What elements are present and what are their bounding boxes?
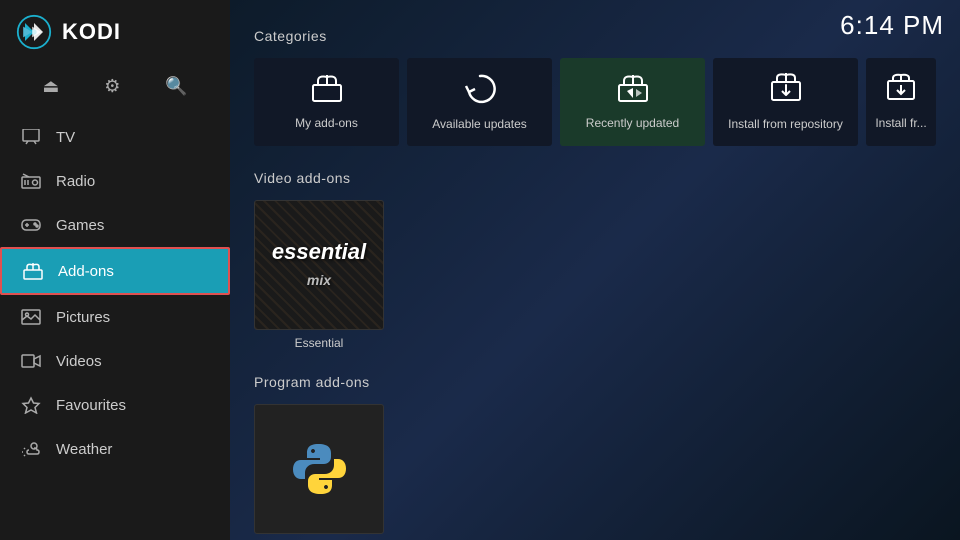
addon-essential[interactable]: essentialmix Essential xyxy=(254,200,384,350)
install-from-zip-label: Install fr... xyxy=(875,116,926,132)
sidebar: KODI ⏏ ⚙ 🔍 TV Radio Games xyxy=(0,0,230,540)
kodi-logo-icon xyxy=(16,14,52,50)
sidebar-item-pictures-label: Pictures xyxy=(56,309,110,326)
settings-icon[interactable]: ⚙ xyxy=(96,72,128,101)
category-install-from-zip[interactable]: Install fr... xyxy=(866,58,936,146)
sidebar-header: KODI xyxy=(0,0,230,64)
sidebar-action-icons: ⏏ ⚙ 🔍 xyxy=(0,64,230,115)
install-from-repository-label: Install from repository xyxy=(722,117,849,133)
sidebar-item-weather[interactable]: Weather xyxy=(0,427,230,471)
categories-row: My add-ons Available updates xyxy=(254,58,936,146)
video-addons-section: Video add-ons essentialmix Essential xyxy=(254,170,936,350)
video-addons-title: Video add-ons xyxy=(254,170,936,186)
addons-icon xyxy=(22,260,44,282)
app-title: KODI xyxy=(62,19,121,45)
program-addons-grid: python™ xyxy=(254,404,936,540)
available-updates-label: Available updates xyxy=(432,117,527,133)
install-from-zip-icon xyxy=(886,73,916,110)
sidebar-item-games[interactable]: Games xyxy=(0,203,230,247)
videos-icon xyxy=(20,350,42,372)
main-content: 6:14 PM Categories My add-ons xyxy=(230,0,960,540)
games-icon xyxy=(20,214,42,236)
my-addons-icon xyxy=(310,73,344,110)
python-thumbnail xyxy=(254,404,384,534)
time-display: 6:14 PM xyxy=(840,10,944,41)
sidebar-item-addons[interactable]: Add-ons xyxy=(0,247,230,295)
power-icon[interactable]: ⏏ xyxy=(34,72,67,101)
program-addons-title: Program add-ons xyxy=(254,374,936,390)
sidebar-item-videos[interactable]: Videos xyxy=(0,339,230,383)
category-my-add-ons[interactable]: My add-ons xyxy=(254,58,399,146)
program-addons-section: Program add-ons python™ xyxy=(254,374,936,540)
sidebar-item-favourites-label: Favourites xyxy=(56,397,126,414)
sidebar-item-weather-label: Weather xyxy=(56,441,112,458)
essential-label: Essential xyxy=(295,336,344,350)
sidebar-item-videos-label: Videos xyxy=(56,353,102,370)
categories-section: Categories My add-ons xyxy=(254,28,936,146)
sidebar-item-games-label: Games xyxy=(56,217,104,234)
sidebar-item-radio[interactable]: Radio xyxy=(0,159,230,203)
categories-title: Categories xyxy=(254,28,936,44)
category-install-from-repository[interactable]: Install from repository xyxy=(713,58,858,146)
recently-updated-label: Recently updated xyxy=(586,116,679,132)
category-recently-updated[interactable]: Recently updated xyxy=(560,58,705,146)
addon-python[interactable]: python™ xyxy=(254,404,384,540)
sidebar-item-tv[interactable]: TV xyxy=(0,115,230,159)
essential-thumb-text: essentialmix xyxy=(272,239,366,292)
sidebar-item-radio-label: Radio xyxy=(56,173,95,190)
python-logo-icon xyxy=(289,439,349,499)
weather-icon xyxy=(20,438,42,460)
pictures-icon xyxy=(20,306,42,328)
sidebar-item-tv-label: TV xyxy=(56,129,75,146)
my-addons-label: My add-ons xyxy=(295,116,358,132)
favourites-icon xyxy=(20,394,42,416)
radio-icon xyxy=(20,170,42,192)
sidebar-item-addons-label: Add-ons xyxy=(58,263,114,280)
install-from-repository-icon xyxy=(769,72,803,111)
sidebar-nav: TV Radio Games Add-ons Pictures xyxy=(0,115,230,540)
recently-updated-icon xyxy=(616,73,650,110)
essential-thumbnail: essentialmix xyxy=(254,200,384,330)
available-updates-icon xyxy=(463,72,497,111)
search-icon[interactable]: 🔍 xyxy=(157,72,195,101)
video-addons-grid: essentialmix Essential xyxy=(254,200,936,350)
tv-icon xyxy=(20,126,42,148)
sidebar-item-favourites[interactable]: Favourites xyxy=(0,383,230,427)
sidebar-item-pictures[interactable]: Pictures xyxy=(0,295,230,339)
category-available-updates[interactable]: Available updates xyxy=(407,58,552,146)
